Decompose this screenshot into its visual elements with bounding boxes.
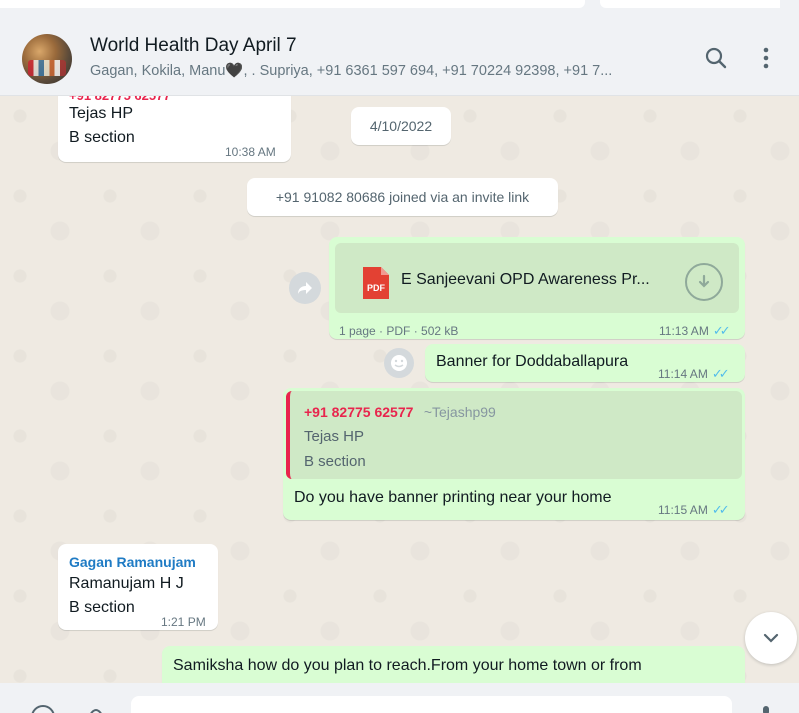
group-title[interactable]: World Health Day April 7 [90,35,297,57]
message-time: 10:38 AM [225,145,276,159]
message-text: B section [69,599,135,616]
pdf-badge: PDF [367,283,385,293]
attach-icon[interactable] [88,705,104,713]
message-text: Ramanujam H J [69,575,184,592]
system-notice: +91 91082 80686 joined via an invite lin… [247,178,558,216]
top-tab-right [600,0,780,8]
message-time-status: 11:13 AM ✓✓ [659,319,731,343]
message-time: 11:14 AM [658,367,708,381]
message-text: B section [69,129,135,146]
download-button[interactable] [685,263,723,301]
quote-text: B section [304,453,366,470]
top-tab-left [0,0,585,8]
message-document[interactable]: PDF E Sanjeevani OPD Awareness Pr... 1 p… [329,237,745,339]
message-outgoing[interactable]: Samiksha how do you plan to reach.From y… [162,646,745,683]
message-time: 11:15 AM [658,503,708,517]
chevron-down-icon [763,633,779,643]
document-card[interactable]: PDF E Sanjeevani OPD Awareness Pr... [335,243,739,313]
quote-alias: ~Tejashp99 [423,404,496,420]
quote-text: Tejas HP [304,428,365,445]
message-input[interactable] [131,696,732,713]
smiley-icon [391,355,407,371]
search-icon[interactable] [702,44,730,72]
emoji-icon[interactable] [30,703,56,713]
mic-icon[interactable] [758,705,774,713]
group-avatar[interactable] [22,34,72,84]
message-time: 11:13 AM [659,324,709,338]
forward-button[interactable] [289,272,321,304]
message-text: Do you have banner printing near your ho… [294,489,612,506]
message-time-status: 11:15 AM ✓✓ [658,498,730,522]
message-outgoing[interactable]: Banner for Doddaballapura 11:14 AM ✓✓ [425,344,745,382]
message-text: Samiksha how do you plan to reach.From y… [173,657,642,674]
window-top-strip [0,0,799,22]
message-time-status: 11:14 AM ✓✓ [658,362,730,386]
message-outgoing-reply[interactable]: +91 82775 62577 ~Tejashp99 Tejas HP B se… [283,388,745,520]
download-arrow-icon [698,274,710,288]
quote-header: +91 82775 62577 ~Tejashp99 [304,400,496,425]
double-check-icon: ✓✓ [711,366,730,381]
message-list[interactable]: +91 82775 62577 Tejas HP B section 10:38… [0,96,799,683]
message-text: Tejas HP [69,105,134,122]
document-info: 1 page · PDF · 502 kB [339,324,459,338]
scroll-to-bottom-button[interactable] [745,612,797,664]
react-button[interactable] [384,348,414,378]
chat-header[interactable]: World Health Day April 7 Gagan, Kokila, … [0,22,799,96]
document-filename[interactable]: E Sanjeevani OPD Awareness Pr... [401,268,650,292]
message-time: 1:21 PM [161,615,206,629]
composer-bar [0,683,799,713]
quote-sender: +91 82775 62577 [304,404,414,420]
quoted-message[interactable]: +91 82775 62577 ~Tejashp99 Tejas HP B se… [286,391,742,479]
message-incoming[interactable]: +91 82775 62577 Tejas HP B section 10:38… [58,96,291,162]
double-check-icon: ✓✓ [711,502,730,517]
double-check-icon: ✓✓ [712,323,731,338]
sender-name[interactable]: Gagan Ramanujam [69,550,196,574]
group-participants[interactable]: Gagan, Kokila, Manu🖤, . Supriya, +91 636… [90,62,680,79]
message-text: Banner for Doddaballapura [436,353,629,370]
forward-icon [298,282,312,294]
more-vertical-icon[interactable] [752,44,780,72]
date-chip: 4/10/2022 [351,107,451,145]
message-incoming[interactable]: Gagan Ramanujam Ramanujam H J B section … [58,544,218,630]
